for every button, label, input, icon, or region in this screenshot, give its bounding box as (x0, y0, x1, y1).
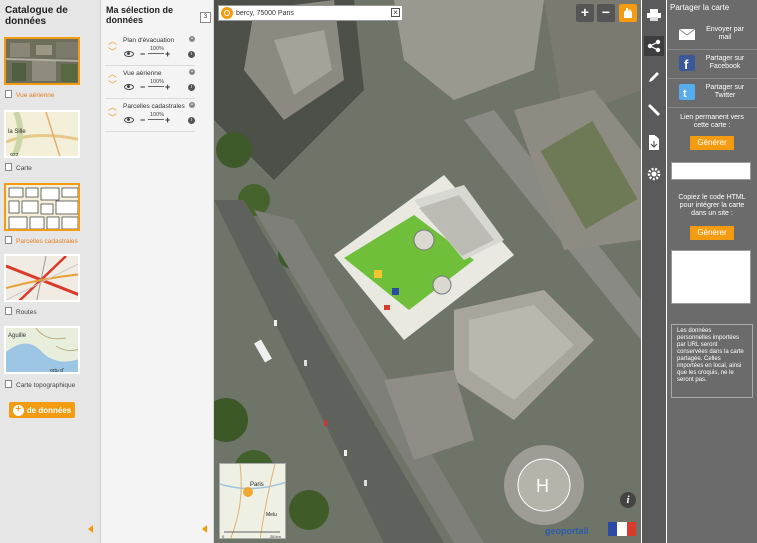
visibility-eye-icon[interactable] (124, 51, 134, 57)
pencil-icon[interactable] (644, 67, 664, 87)
catalog-thumb-roads[interactable] (4, 254, 80, 302)
visibility-eye-icon[interactable] (124, 84, 134, 90)
move-down-icon[interactable]: ﹀ (108, 114, 117, 123)
collapse-catalog-icon[interactable] (88, 525, 93, 533)
permalink-field[interactable] (671, 162, 751, 180)
share-icon[interactable] (644, 36, 664, 56)
republic-flag-logo (608, 522, 636, 536)
share-email-row[interactable]: Envoyer par mail (667, 21, 757, 50)
layer-item: ︿ ﹀ Plan d'évacuation • 100% − + i (105, 35, 195, 66)
selection-count-badge[interactable]: 3 (200, 12, 211, 23)
layer-opacity: 100% (150, 46, 165, 52)
opacity-slider[interactable] (148, 53, 164, 54)
tools-toolbar (642, 0, 666, 543)
move-down-icon[interactable]: ﹀ (108, 48, 117, 57)
catalog-thumb-topo[interactable]: Aguille ortu d' (4, 326, 80, 374)
geoportail-logo: geoportail (545, 526, 589, 536)
opacity-minus-button[interactable]: − (140, 49, 145, 59)
catalog-thumb-parcels[interactable] (4, 183, 80, 231)
catalog-thumb-map[interactable]: la Sille 977 (4, 110, 80, 158)
svg-text:Melu: Melu (266, 512, 277, 518)
aerial-imagery: H (214, 0, 641, 543)
catalog-title: Catalogue de données (5, 5, 68, 27)
measure-ruler-icon[interactable] (644, 100, 664, 120)
move-up-icon[interactable]: ︿ (108, 37, 117, 46)
search-input[interactable] (236, 7, 386, 19)
map-view[interactable]: H (214, 0, 641, 543)
collapse-selection-icon[interactable] (202, 525, 207, 533)
layer-name: Vue aérienne (123, 70, 162, 77)
embed-code-field[interactable] (671, 250, 751, 304)
clear-search-icon[interactable]: × (391, 8, 400, 17)
catalog-panel: Catalogue de données Vue aérienne la Sil… (0, 0, 101, 543)
move-up-icon[interactable]: ︿ (108, 70, 117, 79)
permalink-label: Lien permanent vers cette carte : (680, 114, 744, 129)
pan-hand-icon[interactable] (619, 4, 637, 22)
opacity-plus-button[interactable]: + (165, 82, 170, 92)
selection-panel: Ma sélection de données 3 ︿ ﹀ Plan d'éva… (101, 0, 214, 543)
envelope-icon (678, 26, 696, 42)
layer-name: Plan d'évacuation (123, 37, 175, 44)
embed-label: Copiez le code HTML pour intégrer la car… (678, 194, 746, 217)
svg-text:977: 977 (10, 153, 19, 158)
svg-text:t: t (683, 88, 687, 100)
layer-info-icon[interactable]: i (188, 117, 195, 124)
svg-text:Paris: Paris (250, 482, 264, 488)
svg-text:28 km: 28 km (270, 534, 282, 539)
catalog-label-topo[interactable]: Carte topographique (5, 380, 75, 389)
layer-item: ︿ ﹀ Vue aérienne • 100% − + i (105, 68, 195, 99)
catalog-thumb-aerial[interactable] (4, 37, 80, 85)
visibility-eye-icon[interactable] (124, 117, 134, 123)
opacity-plus-button[interactable]: + (165, 115, 170, 125)
layer-item: ︿ ﹀ Parcelles cadastrales • 100% − + i (105, 101, 195, 132)
facebook-icon: f (679, 55, 695, 72)
twitter-icon: t (679, 84, 695, 100)
catalog-label-roads[interactable]: Routes (5, 307, 37, 316)
layer-settings-icon[interactable]: • (189, 69, 195, 75)
info-icon[interactable]: i (620, 492, 636, 508)
opacity-slider[interactable] (148, 86, 164, 87)
generate-permalink-button[interactable]: Générer (690, 136, 734, 150)
catalog-label-parcels[interactable]: Parcelles cadastrales (5, 236, 78, 245)
move-up-icon[interactable]: ︿ (108, 103, 117, 112)
zoom-in-button[interactable]: + (576, 4, 594, 22)
share-title: Partager la carte (670, 3, 730, 12)
gear-icon[interactable] (644, 164, 664, 184)
print-icon[interactable] (644, 5, 664, 25)
layer-info-icon[interactable]: i (188, 84, 195, 91)
plus-icon: + (12, 404, 24, 416)
share-facebook-row[interactable]: f Partager sur Facebook (667, 50, 757, 79)
svg-text:Aguille: Aguille (8, 333, 27, 339)
opacity-plus-button[interactable]: + (165, 49, 170, 59)
svg-text:la Sille: la Sille (8, 129, 26, 135)
layer-opacity: 100% (150, 112, 165, 118)
svg-text:H: H (536, 476, 549, 496)
svg-text:ortu d': ortu d' (50, 368, 64, 374)
svg-text:f: f (684, 57, 689, 71)
layer-settings-icon[interactable]: • (189, 102, 195, 108)
layer-info-icon[interactable]: i (188, 51, 195, 58)
layer-settings-icon[interactable]: • (189, 36, 195, 42)
add-data-button[interactable]: + de données (9, 402, 75, 418)
layer-opacity: 100% (150, 79, 165, 85)
catalog-label-map[interactable]: Carte (5, 163, 32, 172)
layer-name: Parcelles cadastrales (123, 103, 185, 110)
search-box: × (218, 5, 403, 21)
generate-embed-button[interactable]: Générer (690, 226, 734, 240)
opacity-slider[interactable] (148, 119, 164, 120)
overview-minimap[interactable]: Paris Melu 0 28 km (219, 463, 286, 539)
zoom-out-button[interactable]: − (597, 4, 615, 22)
import-disclaimer: Les données personnelles importées par U… (671, 324, 753, 398)
geolocate-icon[interactable] (221, 7, 233, 19)
opacity-minus-button[interactable]: − (140, 82, 145, 92)
selection-title: Ma sélection de données (106, 5, 174, 25)
opacity-minus-button[interactable]: − (140, 115, 145, 125)
catalog-label-aerial[interactable]: Vue aérienne (5, 90, 54, 99)
share-panel: Partager la carte Envoyer par mail f Par… (667, 0, 757, 543)
move-down-icon[interactable]: ﹀ (108, 81, 117, 90)
share-twitter-row[interactable]: t Partager sur Twitter (667, 79, 757, 108)
import-icon[interactable] (644, 133, 664, 153)
